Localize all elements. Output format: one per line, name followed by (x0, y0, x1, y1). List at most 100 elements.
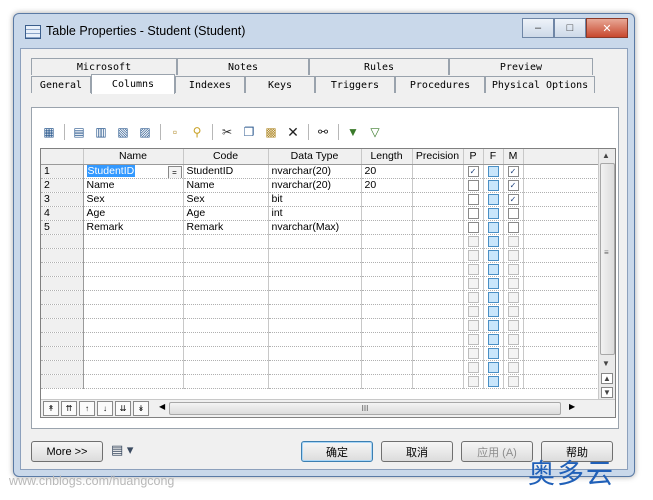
cell-type[interactable] (268, 318, 362, 333)
p-checkbox[interactable]: ✓ (467, 165, 479, 177)
f-checkbox[interactable] (487, 319, 499, 331)
m-checkbox[interactable] (507, 221, 519, 233)
cell-length[interactable] (361, 346, 413, 361)
vertical-scrollbar[interactable]: ▲ ≡ ▼ ▲ ▼ (598, 149, 615, 401)
p-checkbox[interactable] (467, 193, 479, 205)
cell-name[interactable] (83, 234, 184, 249)
m-checkbox[interactable] (507, 207, 519, 219)
cell-m[interactable] (503, 262, 524, 277)
cell-type[interactable] (268, 290, 362, 305)
f-checkbox[interactable] (487, 207, 499, 219)
scroll-up-icon[interactable]: ▲ (602, 151, 610, 160)
f-checkbox[interactable] (487, 291, 499, 303)
horizontal-scroll-thumb[interactable]: III (169, 402, 561, 415)
tab-preview[interactable]: Preview (449, 58, 593, 75)
close-button[interactable]: ✕ (586, 18, 628, 38)
insert-row-icon[interactable]: ▥ (92, 123, 110, 141)
maximize-button[interactable]: □ (554, 18, 586, 38)
p-checkbox[interactable] (467, 249, 479, 261)
key-icon[interactable]: ⚲ (188, 123, 206, 141)
p-checkbox[interactable] (467, 263, 479, 275)
cell-p[interactable] (463, 248, 484, 263)
cell-f[interactable] (483, 220, 504, 235)
f-checkbox[interactable] (487, 221, 499, 233)
cell-p[interactable] (463, 192, 484, 207)
empty-row[interactable] (41, 248, 602, 263)
cell-num[interactable]: 1 (41, 164, 84, 179)
ok-button[interactable]: 确定 (301, 441, 373, 462)
tab-microsoft[interactable]: Microsoft (31, 58, 177, 75)
cell-num[interactable] (41, 318, 84, 333)
move-down-icon[interactable]: ↓ (97, 401, 113, 416)
cell-code[interactable] (183, 248, 269, 263)
cell-m[interactable] (503, 290, 524, 305)
cell-name[interactable]: Age (83, 206, 184, 221)
cell-code[interactable] (183, 318, 269, 333)
cell-num[interactable] (41, 234, 84, 249)
cell-m[interactable] (503, 360, 524, 375)
cell-p[interactable] (463, 360, 484, 375)
column-row[interactable]: 5 Remark Remark nvarchar(Max) (41, 220, 602, 235)
col-header-code[interactable]: Code (183, 149, 269, 165)
empty-row[interactable] (41, 346, 602, 361)
cell-length[interactable] (361, 360, 413, 375)
cell-precision[interactable] (412, 220, 464, 235)
cell-length[interactable] (361, 290, 413, 305)
tab-columns[interactable]: Columns (91, 74, 175, 94)
m-checkbox[interactable] (507, 319, 519, 331)
cell-precision[interactable] (412, 360, 464, 375)
col-header-precision[interactable]: Precision (412, 149, 464, 165)
add-row-icon[interactable]: ▤ (70, 123, 88, 141)
empty-row[interactable] (41, 276, 602, 291)
cell-name[interactable] (83, 360, 184, 375)
cell-code[interactable] (183, 276, 269, 291)
col-header-f[interactable]: F (483, 149, 504, 165)
column-row[interactable]: 2 Name Name nvarchar(20) 20 ✓ (41, 178, 602, 193)
cell-code[interactable] (183, 346, 269, 361)
empty-row[interactable] (41, 360, 602, 375)
cell-m[interactable] (503, 248, 524, 263)
f-checkbox[interactable] (487, 165, 499, 177)
cell-m[interactable] (503, 332, 524, 347)
cell-p[interactable] (463, 206, 484, 221)
col-header-p[interactable]: P (463, 149, 484, 165)
move-page-down-icon[interactable]: ⇊ (115, 401, 131, 416)
vertical-scroll-thumb[interactable]: ≡ (600, 163, 615, 355)
cell-f[interactable] (483, 276, 504, 291)
column-row[interactable]: 3 Sex Sex bit ✓ (41, 192, 602, 207)
cell-name[interactable] (83, 318, 184, 333)
cell-precision[interactable] (412, 318, 464, 333)
cell-type[interactable] (268, 346, 362, 361)
copy-icon[interactable]: ❐ (240, 123, 258, 141)
cell-p[interactable] (463, 304, 484, 319)
cell-type[interactable] (268, 276, 362, 291)
cell-code[interactable] (183, 374, 269, 389)
p-checkbox[interactable] (467, 333, 479, 345)
p-checkbox[interactable] (467, 207, 479, 219)
cell-precision[interactable] (412, 262, 464, 277)
properties-icon[interactable]: ▦ (40, 123, 58, 141)
cell-length[interactable] (361, 318, 413, 333)
cell-code[interactable] (183, 234, 269, 249)
column-row[interactable]: 1 StudentID = StudentID nvarchar(20) 20 ✓ ✓ (41, 164, 602, 179)
cell-m[interactable]: ✓ (503, 164, 524, 179)
p-checkbox[interactable] (467, 319, 479, 331)
tab-triggers[interactable]: Triggers (315, 76, 395, 93)
cell-num[interactable]: 4 (41, 206, 84, 221)
col-header-name[interactable]: Name (83, 149, 184, 165)
cell-precision[interactable] (412, 248, 464, 263)
empty-row[interactable] (41, 374, 602, 389)
cell-m[interactable]: ✓ (503, 178, 524, 193)
p-checkbox[interactable] (467, 291, 479, 303)
cell-code[interactable] (183, 360, 269, 375)
cell-type[interactable]: bit (268, 192, 362, 207)
empty-row[interactable] (41, 262, 602, 277)
m-checkbox[interactable]: ✓ (507, 193, 519, 205)
f-checkbox[interactable] (487, 263, 499, 275)
cell-m[interactable] (503, 318, 524, 333)
f-checkbox[interactable] (487, 375, 499, 387)
cell-length[interactable] (361, 276, 413, 291)
cell-type[interactable] (268, 304, 362, 319)
cell-name[interactable] (83, 290, 184, 305)
move-bottom-icon[interactable]: ↡ (133, 401, 149, 416)
